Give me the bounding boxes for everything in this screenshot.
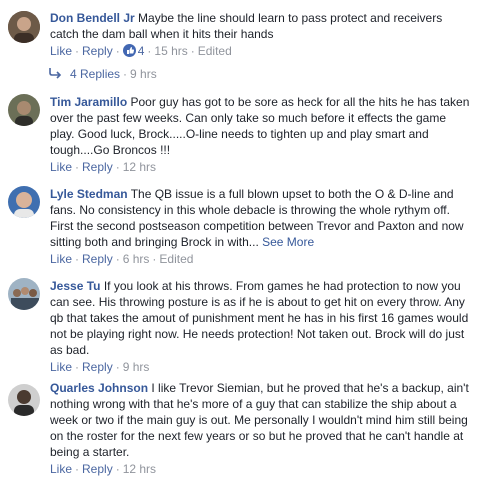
comment-author[interactable]: Tim Jaramillo: [50, 95, 127, 109]
comment-body: Jesse Tu If you look at his throws. From…: [50, 278, 470, 358]
reply-button[interactable]: Reply: [82, 160, 113, 174]
avatar[interactable]: [8, 94, 40, 126]
see-more-link[interactable]: See More: [262, 235, 314, 249]
comment-time[interactable]: 12 hrs: [123, 462, 156, 476]
comment-text: If you look at his throws. From games he…: [50, 279, 469, 357]
edited-label[interactable]: Edited: [159, 252, 193, 266]
reply-button[interactable]: Reply: [82, 360, 113, 374]
comment-body: Don Bendell Jr Maybe the line should lea…: [50, 10, 470, 42]
comment-time[interactable]: 6 hrs: [123, 252, 150, 266]
comment-actions: Like · Reply · 6 hrs · Edited: [50, 252, 194, 266]
reply-button[interactable]: Reply: [82, 44, 113, 58]
comment-actions: Like · Reply · 12 hrs: [50, 462, 157, 476]
view-replies-link[interactable]: 4 Replies · 9 hrs: [48, 66, 157, 82]
like-button[interactable]: Like: [50, 462, 72, 476]
comment-time[interactable]: 9 hrs: [123, 360, 150, 374]
comment-body: Lyle Stedman The QB issue is a full blow…: [50, 186, 470, 250]
comment-author[interactable]: Quarles Johnson: [50, 381, 148, 395]
reply-button[interactable]: Reply: [82, 462, 113, 476]
avatar[interactable]: [8, 384, 40, 416]
comment-actions: Like · Reply · 12 hrs: [50, 160, 157, 174]
avatar-image: [8, 94, 40, 126]
like-button[interactable]: Like: [50, 360, 72, 374]
replies-time: 9 hrs: [130, 67, 157, 81]
edited-label[interactable]: Edited: [198, 44, 232, 58]
comment-time[interactable]: 15 hrs: [154, 44, 187, 58]
comment-author[interactable]: Don Bendell Jr: [50, 11, 135, 25]
avatar-image: [8, 278, 40, 310]
replies-count[interactable]: 4 Replies: [70, 67, 120, 81]
comment-body: Tim Jaramillo Poor guy has got to be sor…: [50, 94, 470, 158]
comment-author[interactable]: Jesse Tu: [50, 279, 100, 293]
avatar-image: [8, 186, 40, 218]
comment-author[interactable]: Lyle Stedman: [50, 187, 128, 201]
reply-button[interactable]: Reply: [82, 252, 113, 266]
comment-time[interactable]: 12 hrs: [123, 160, 156, 174]
like-reaction-icon[interactable]: [122, 44, 136, 57]
avatar-image: [8, 384, 40, 416]
comment-actions: Like · Reply · 9 hrs: [50, 360, 150, 374]
comment-body: Quarles Johnson I like Trevor Siemian, b…: [50, 380, 470, 460]
avatar[interactable]: [8, 278, 40, 310]
comment-actions: Like · Reply · 4 · 15 hrs · Edited: [50, 44, 232, 58]
avatar-image: [8, 11, 40, 43]
reply-arrow-icon: [49, 68, 62, 79]
like-button[interactable]: Like: [50, 252, 72, 266]
like-button[interactable]: Like: [50, 160, 72, 174]
like-button[interactable]: Like: [50, 44, 72, 58]
avatar[interactable]: [8, 186, 40, 218]
avatar[interactable]: [8, 11, 40, 43]
